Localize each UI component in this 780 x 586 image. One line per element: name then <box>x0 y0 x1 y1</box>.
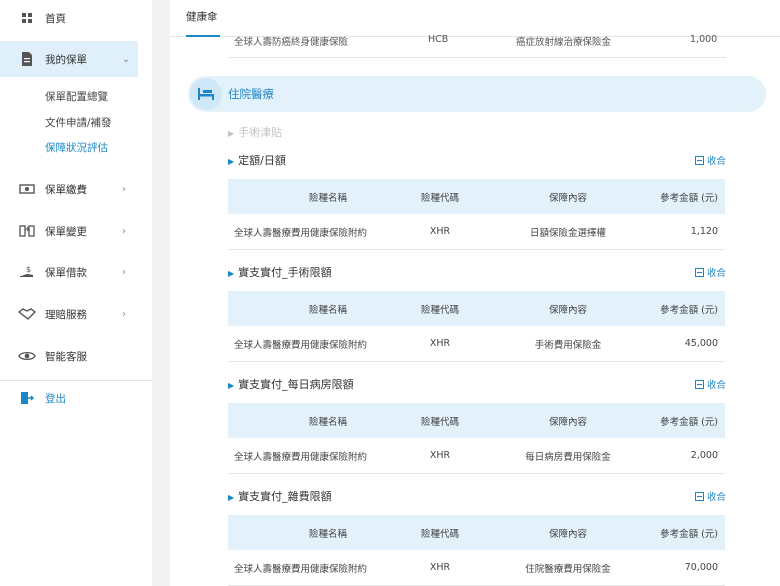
cell-content: 住院醫療費用保險金 <box>525 563 611 575</box>
table-row: 全球人壽醫療費用健康保險附約 XHR 日額保險金選擇權 1,120 <box>228 214 725 250</box>
table-header: 險種名稱 險種代碼 保障內容 參考金額 (元) <box>228 403 725 438</box>
sidebar-item-change[interactable]: 保單變更 › <box>0 213 152 249</box>
logout-button[interactable]: 登出 <box>0 380 152 416</box>
logout-icon <box>18 389 36 407</box>
chevron-right-icon: › <box>122 183 126 195</box>
sidebar-item-label: 理賠服務 <box>45 308 87 321</box>
triangle-right-icon: ▶ <box>228 129 235 138</box>
header-content: 保障內容 <box>548 304 587 316</box>
cell-content: 癌症放射線治療保險金 <box>516 37 612 48</box>
sidebar-gutter <box>152 0 170 586</box>
section-title: 住院醫療 <box>228 87 274 101</box>
sidebar-item-label: 保單借款 <box>45 266 87 279</box>
cash-icon <box>18 180 36 198</box>
grid-icon <box>18 9 36 27</box>
table-row: 全球人壽防癌終身健康保險 HCB 癌症放射線治療保險金 1,000 <box>228 34 726 58</box>
table-header: 險種名稱 險種代碼 保障內容 參考金額 (元) <box>228 291 725 326</box>
triangle-right-icon: ▶ <box>228 381 235 390</box>
header-content: 保障內容 <box>548 416 587 428</box>
cell-content: 每日病房費用保險金 <box>525 451 611 463</box>
sidebar-subitem-assessment[interactable]: 保障狀況評估 <box>45 140 108 155</box>
transfer-icon <box>18 222 36 240</box>
chevron-right-icon: › <box>122 225 126 237</box>
handshake-icon <box>18 305 36 323</box>
cell-code: XHR <box>429 562 451 573</box>
collapse-button[interactable]: 收合 <box>695 153 726 167</box>
header-content: 保障內容 <box>548 192 587 204</box>
main-content: 全球人壽防癌終身健康保險 HCB 癌症放射線治療保險金 1,000 住院醫療 ▶… <box>170 34 780 586</box>
header-code: 險種代碼 <box>420 192 459 204</box>
triangle-right-icon: ▶ <box>228 269 235 278</box>
cell-amount: 70,000 <box>684 562 718 573</box>
cell-amount: 1,120 <box>690 226 718 237</box>
group-title: ▶ 實支實付_手術限額 <box>228 266 332 279</box>
header-amount: 參考金額 (元) <box>660 304 718 316</box>
collapse-button[interactable]: 收合 <box>695 377 726 391</box>
header-amount: 參考金額 (元) <box>660 416 718 428</box>
loan-icon: $ <box>18 263 36 281</box>
cell-amount: 45,000 <box>684 338 718 349</box>
hospital-bed-icon <box>190 78 222 110</box>
sidebar: 首頁 我的保單 ⌄ 保單配置總覽 文件申請/補發 保障狀況評估 保單繳費 › 保… <box>0 0 152 586</box>
sidebar-item-claims[interactable]: 理賠服務 › <box>0 296 152 332</box>
triangle-right-icon: ▶ <box>228 493 235 502</box>
cell-code: XHR <box>429 338 451 349</box>
eye-icon <box>18 347 36 365</box>
header-code: 險種代碼 <box>420 528 459 540</box>
sidebar-item-label: 我的保單 <box>45 53 87 66</box>
sidebar-item-loan[interactable]: $ 保單借款 › <box>0 254 152 290</box>
group-title: ▶ 定額/日額 <box>228 154 286 167</box>
section-banner: 住院醫療 <box>188 76 766 112</box>
collapsed-group-title[interactable]: ▶ 手術津貼 <box>228 124 282 140</box>
cell-content: 日額保險金選擇權 <box>529 227 606 239</box>
minus-square-icon <box>695 491 704 501</box>
sidebar-subitem-overview[interactable]: 保單配置總覽 <box>45 89 108 104</box>
table-row: 全球人壽醫療費用健康保險附約 XHR 每日病房費用保險金 2,000 <box>228 438 725 474</box>
chevron-right-icon: › <box>122 308 126 320</box>
sidebar-item-label: 首頁 <box>45 12 66 25</box>
sidebar-item-service[interactable]: 智能客服 <box>0 338 152 374</box>
header-code: 險種代碼 <box>420 304 459 316</box>
header-code: 險種代碼 <box>420 416 459 428</box>
collapse-button[interactable]: 收合 <box>695 489 726 503</box>
cell-code: XHR <box>429 450 451 461</box>
document-icon <box>18 50 36 68</box>
minus-square-icon <box>695 379 704 389</box>
cell-amount: 2,000 <box>690 450 718 461</box>
sidebar-item-label: 保單變更 <box>45 225 87 238</box>
header-content: 保障內容 <box>548 528 587 540</box>
logout-label: 登出 <box>45 392 66 405</box>
cell-amount: 1,000 <box>690 34 718 45</box>
sidebar-item-label: 保單繳費 <box>45 183 87 196</box>
triangle-right-icon: ▶ <box>228 157 235 166</box>
sidebar-subitem-documents[interactable]: 文件申請/補發 <box>45 115 112 130</box>
table-header: 險種名稱 險種代碼 保障內容 參考金額 (元) <box>228 515 725 550</box>
cell-name: 全球人壽防癌終身健康保險 <box>234 37 349 48</box>
tab-bar: 健康傘 <box>170 0 780 37</box>
header-amount: 參考金額 (元) <box>660 192 718 204</box>
table-row: 全球人壽醫療費用健康保險附約 XHR 手術費用保險金 45,000 <box>228 326 725 362</box>
minus-square-icon <box>695 267 704 277</box>
sidebar-item-label: 智能客服 <box>45 350 87 363</box>
group-title: ▶ 實支實付_每日病房限額 <box>228 378 354 391</box>
table-row: 全球人壽醫療費用健康保險附約 XHR 住院醫療費用保險金 70,000 <box>228 550 725 586</box>
tab-health-umbrella[interactable]: 健康傘 <box>186 0 219 37</box>
minus-square-icon <box>695 155 704 165</box>
chevron-right-icon: › <box>122 266 126 278</box>
cell-content: 手術費用保險金 <box>534 339 602 351</box>
sidebar-item-my-policy[interactable]: 我的保單 ⌄ <box>0 41 138 77</box>
chevron-down-icon: ⌄ <box>122 53 131 65</box>
group-title: ▶ 實支實付_雜費限額 <box>228 490 332 503</box>
table-header: 險種名稱 險種代碼 保障內容 參考金額 (元) <box>228 179 725 214</box>
sidebar-item-home[interactable]: 首頁 <box>0 0 152 36</box>
header-amount: 參考金額 (元) <box>660 528 718 540</box>
sidebar-item-payment[interactable]: 保單繳費 › <box>0 171 152 207</box>
cell-code: XHR <box>429 226 451 237</box>
cell-code: HCB <box>428 34 449 45</box>
svg-text:$: $ <box>26 265 31 274</box>
collapse-button[interactable]: 收合 <box>695 265 726 279</box>
